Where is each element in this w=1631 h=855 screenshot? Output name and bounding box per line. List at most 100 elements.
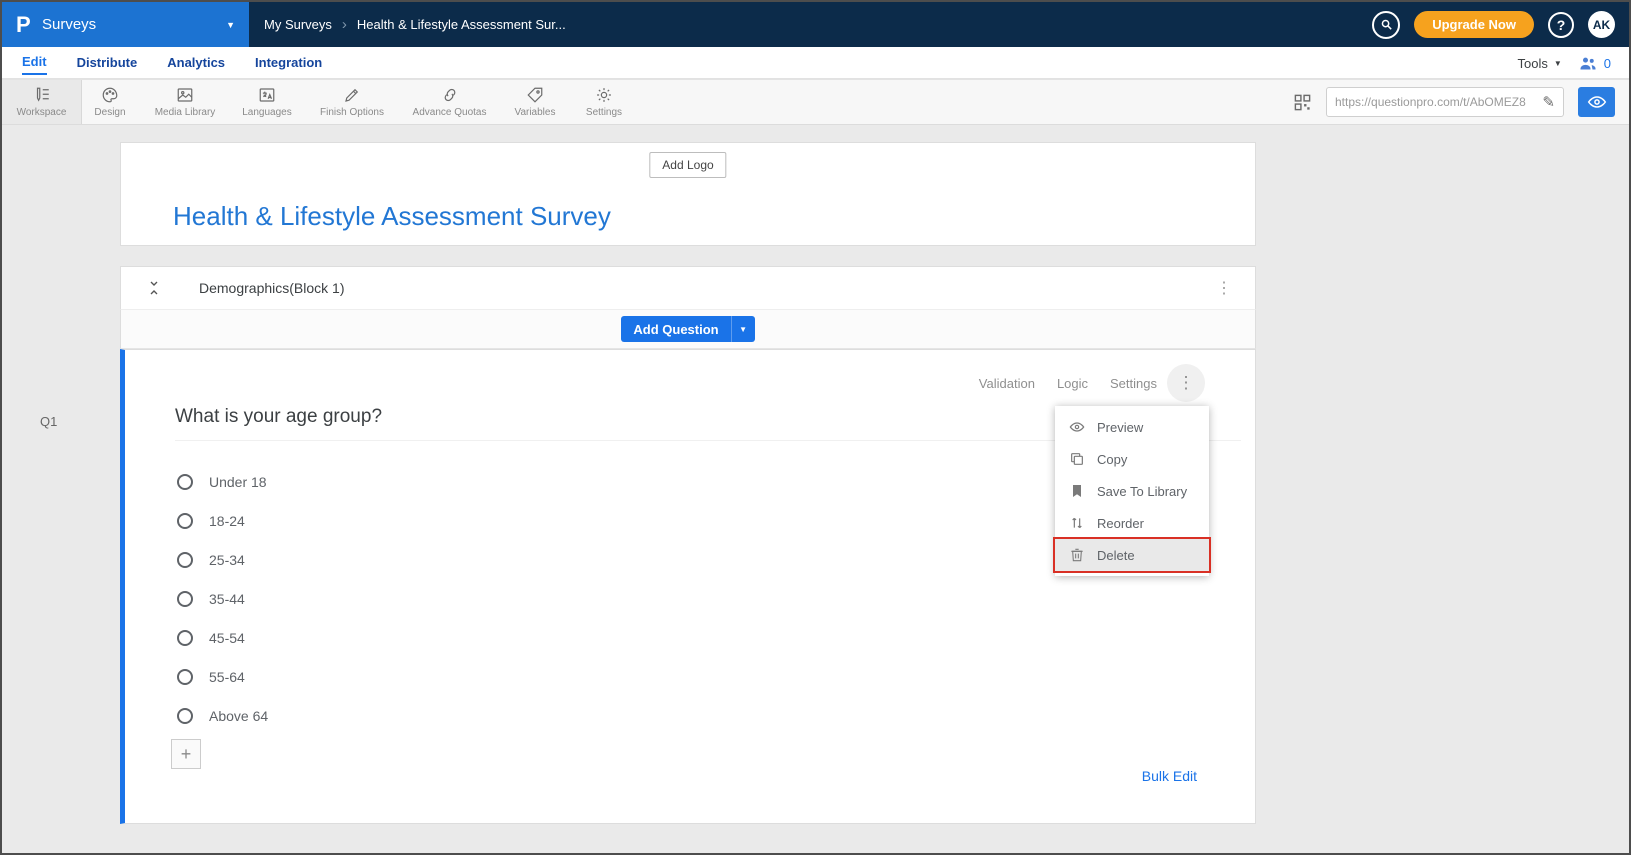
add-question-dropdown-button[interactable]: ▼ [730, 316, 755, 342]
menu-item-preview[interactable]: Preview [1055, 411, 1209, 443]
add-question-row: Add Question ▼ [120, 310, 1256, 349]
search-icon[interactable] [1372, 10, 1401, 39]
option-label[interactable]: 35-44 [209, 591, 245, 607]
menu-item-delete[interactable]: Delete [1055, 539, 1209, 571]
toolbar-item-label: Workspace [16, 107, 67, 118]
option-label[interactable]: 55-64 [209, 669, 245, 685]
product-switcher[interactable]: P Surveys ▼ [2, 2, 249, 47]
radio-button[interactable] [177, 707, 193, 724]
upgrade-now-button[interactable]: Upgrade Now [1414, 11, 1534, 38]
toolbar-item-settings[interactable]: Settings [573, 80, 635, 124]
tag-icon [527, 87, 543, 103]
top-bar: P Surveys ▼ My Surveys › Health & Lifest… [2, 2, 1629, 47]
answer-option-row: Under 18 [177, 462, 268, 501]
toolbar-right-group: ✎ [1293, 80, 1615, 124]
toolbar-item-label: Languages [242, 107, 292, 118]
toolbar-item-design[interactable]: Design [82, 80, 138, 124]
gear-icon [597, 88, 611, 102]
avatar[interactable]: AK [1588, 11, 1615, 38]
chevron-down-icon: ▼ [1553, 58, 1562, 68]
tab-analytics[interactable]: Analytics [167, 51, 225, 74]
help-icon[interactable]: ? [1548, 11, 1574, 38]
answer-option-row: 55-64 [177, 657, 268, 696]
product-name: Surveys [42, 16, 97, 33]
collaborators-button[interactable]: 0 [1578, 53, 1611, 73]
breadcrumb-survey-title: Health & Lifestyle Assessment Sur... [356, 17, 566, 32]
option-label[interactable]: Above 64 [209, 708, 268, 724]
breadcrumb: My Surveys › Health & Lifestyle Assessme… [264, 2, 566, 47]
radio-button[interactable] [177, 629, 193, 646]
reorder-icon [1072, 517, 1082, 529]
add-question-split-button: Add Question ▼ [621, 316, 755, 342]
image-icon [177, 88, 193, 102]
radio-button[interactable] [177, 668, 193, 685]
toolbar-item-workspace[interactable]: Workspace [2, 80, 82, 124]
toolbar-item-label: Settings [585, 107, 623, 118]
option-label[interactable]: 45-54 [209, 630, 245, 646]
bulk-edit-link[interactable]: Bulk Edit [1142, 768, 1197, 784]
copy-icon [1071, 453, 1083, 465]
collaborator-count: 0 [1603, 55, 1611, 71]
radio-button[interactable] [177, 512, 193, 529]
question-kebab-menu-button[interactable]: ⋮ [1167, 364, 1205, 402]
topbar-actions: Upgrade Now ? AK [1372, 2, 1615, 47]
chain-link-icon [444, 88, 455, 102]
menu-item-reorder[interactable]: Reorder [1055, 507, 1209, 539]
answer-option-row: 18-24 [177, 501, 268, 540]
question-text[interactable]: What is your age group? [175, 406, 382, 428]
add-option-button[interactable]: + [171, 739, 201, 769]
toolbar-item-label: Design [94, 107, 126, 118]
menu-item-label: Save To Library [1097, 483, 1188, 499]
option-label[interactable]: 18-24 [209, 513, 245, 529]
toolbar-item-languages[interactable]: Languages [232, 80, 302, 124]
trash-icon [1071, 548, 1083, 562]
tools-label: Tools [1517, 55, 1548, 71]
edit-url-pencil-icon[interactable]: ✎ [1542, 93, 1555, 111]
toolbar-item-media-library[interactable]: Media Library [138, 80, 232, 124]
tab-distribute[interactable]: Distribute [77, 51, 138, 74]
chevron-down-icon: ▼ [226, 19, 235, 30]
palette-icon [102, 87, 118, 103]
settings-link[interactable]: Settings [1110, 376, 1157, 391]
survey-url-input[interactable] [1335, 95, 1543, 109]
survey-header-card: Add Logo Health & Lifestyle Assessment S… [120, 142, 1256, 246]
answer-option-row: 25-34 [177, 540, 268, 579]
collapse-block-icon[interactable] [145, 279, 163, 297]
radio-button[interactable] [177, 473, 193, 490]
qr-code-icon[interactable] [1293, 93, 1312, 112]
breadcrumb-separator-icon: › [341, 16, 347, 33]
tab-edit[interactable]: Edit [22, 50, 47, 75]
tools-menu[interactable]: Tools ▼ [1517, 56, 1561, 71]
answer-option-row: 35-44 [177, 579, 268, 618]
preview-survey-button[interactable] [1578, 87, 1615, 117]
menu-item-copy[interactable]: Copy [1055, 443, 1209, 475]
toolbar-item-finish-options[interactable]: Finish Options [302, 80, 402, 124]
breadcrumb-my-surveys[interactable]: My Surveys [264, 17, 332, 32]
question-context-menu: Preview Copy Save To Library Reorder Del… [1055, 406, 1209, 576]
menu-item-label: Delete [1097, 547, 1135, 563]
toolbar-item-advance-quotas[interactable]: Advance Quotas [402, 80, 497, 124]
tab-integration[interactable]: Integration [255, 51, 322, 74]
option-label[interactable]: 25-34 [209, 552, 245, 568]
nav-right-actions: Tools ▼ 0 [1517, 47, 1611, 79]
block-title[interactable]: Demographics(Block 1) [199, 280, 345, 296]
question-action-links: Validation Logic Settings [979, 376, 1157, 391]
translate-icon [259, 88, 275, 102]
add-question-button[interactable]: Add Question [621, 316, 731, 342]
validation-link[interactable]: Validation [979, 376, 1035, 391]
radio-button[interactable] [177, 590, 193, 607]
survey-editor-screen: P Surveys ▼ My Surveys › Health & Lifest… [0, 0, 1631, 855]
block-kebab-menu-icon[interactable]: ⋮ [1216, 278, 1233, 298]
toolbar-item-label: Advance Quotas [412, 107, 487, 118]
menu-item-save-to-library[interactable]: Save To Library [1055, 475, 1209, 507]
toolbar-item-variables[interactable]: Variables [497, 80, 573, 124]
menu-item-label: Preview [1097, 419, 1144, 435]
survey-title[interactable]: Health & Lifestyle Assessment Survey [173, 201, 611, 232]
add-logo-button[interactable]: Add Logo [649, 152, 727, 178]
option-label[interactable]: Under 18 [209, 474, 267, 490]
logic-link[interactable]: Logic [1057, 376, 1088, 391]
radio-button[interactable] [177, 551, 193, 568]
toolbar-item-label: Variables [514, 107, 556, 118]
menu-item-label: Reorder [1097, 515, 1144, 531]
people-icon [1580, 57, 1596, 70]
